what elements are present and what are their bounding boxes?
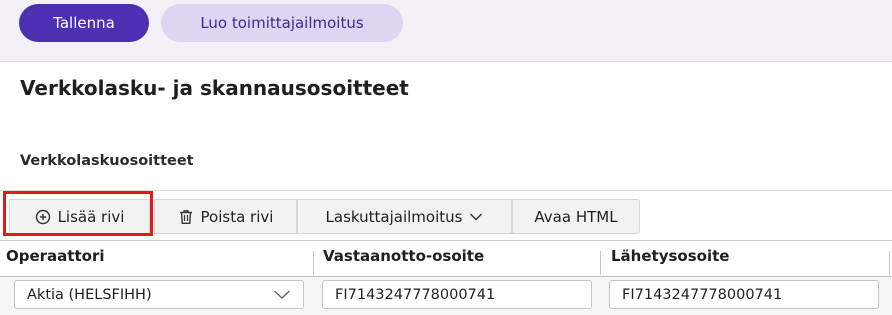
column-separator[interactable] xyxy=(600,251,601,275)
column-separator[interactable] xyxy=(889,251,890,275)
column-header-operator[interactable]: Operaattori xyxy=(6,247,105,265)
add-row-label: Lisää rivi xyxy=(57,207,125,226)
toolbar-divider xyxy=(0,190,892,191)
open-html-label: Avaa HTML xyxy=(534,207,618,226)
delete-row-label: Poista rivi xyxy=(200,207,274,226)
page-title: Verkkolasku- ja skannausosoitteet xyxy=(20,76,409,100)
operator-select[interactable]: Aktia (HELSFIHH) xyxy=(14,280,304,309)
column-separator[interactable] xyxy=(313,251,314,275)
plus-circle-icon xyxy=(35,209,51,225)
add-row-button[interactable]: Lisää rivi xyxy=(9,199,150,234)
trash-icon xyxy=(178,209,194,225)
top-action-bar: Tallenna Luo toimittajailmoitus xyxy=(0,0,892,62)
delete-row-button[interactable]: Poista rivi xyxy=(154,199,297,234)
chevron-down-icon xyxy=(469,212,483,222)
create-supplier-notice-button[interactable]: Luo toimittajailmoitus xyxy=(161,4,403,42)
chevron-down-icon xyxy=(273,289,291,300)
column-header-send-address[interactable]: Lähetysosoite xyxy=(611,247,729,265)
invoicer-notice-dropdown[interactable]: Laskuttajailmoitus xyxy=(297,199,512,234)
invoicer-notice-label: Laskuttajailmoitus xyxy=(325,207,463,226)
send-address-input[interactable]: FI7143247778000741 xyxy=(609,280,879,309)
send-address-value: FI7143247778000741 xyxy=(622,286,783,303)
operator-value: Aktia (HELSFIHH) xyxy=(27,286,152,303)
save-button[interactable]: Tallenna xyxy=(19,4,149,42)
column-header-receive-address[interactable]: Vastaanotto-osoite xyxy=(323,247,484,265)
open-html-button[interactable]: Avaa HTML xyxy=(512,199,640,234)
receive-address-input[interactable]: FI7143247778000741 xyxy=(322,280,592,309)
receive-address-value: FI7143247778000741 xyxy=(335,286,496,303)
section-subtitle: Verkkolaskuosoitteet xyxy=(20,153,194,169)
